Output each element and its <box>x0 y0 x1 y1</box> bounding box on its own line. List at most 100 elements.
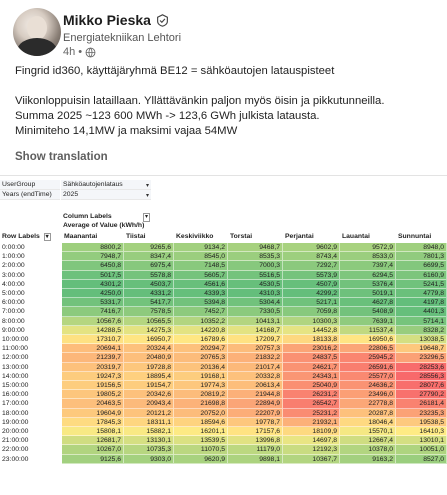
table-cell[interactable]: 16201,1 <box>174 427 228 437</box>
table-cell[interactable]: 10565,5 <box>124 316 174 326</box>
row-label-hour[interactable]: 20:00:00 <box>2 427 60 436</box>
table-cell[interactable]: 14697,8 <box>283 436 340 446</box>
table-cell[interactable]: 20136,4 <box>174 362 228 372</box>
table-cell[interactable]: 10352,2 <box>174 316 228 326</box>
table-cell[interactable]: 19805,2 <box>62 390 124 400</box>
table-cell[interactable]: 8800,2 <box>62 243 124 253</box>
table-cell[interactable]: 10567,6 <box>62 316 124 326</box>
table-cell[interactable]: 25231,2 <box>283 408 340 418</box>
table-cell[interactable]: 8743,4 <box>283 252 340 262</box>
table-cell[interactable]: 4310,3 <box>228 289 283 299</box>
table-cell[interactable]: 17310,7 <box>62 335 124 345</box>
table-cell[interactable]: 12681,7 <box>62 436 124 446</box>
table-cell[interactable]: 10735,3 <box>124 445 174 455</box>
table-cell[interactable]: 5019,1 <box>340 289 396 299</box>
table-cell[interactable]: 15570,1 <box>340 427 396 437</box>
table-cell[interactable]: 20480,9 <box>124 353 174 363</box>
table-cell[interactable]: 14288,5 <box>62 325 124 335</box>
table-cell[interactable]: 17209,7 <box>228 335 283 345</box>
table-cell[interactable]: 23496,0 <box>340 390 396 400</box>
table-cell[interactable]: 5217,1 <box>283 298 340 308</box>
table-cell[interactable]: 9572,9 <box>340 243 396 253</box>
table-cell[interactable]: 14452,8 <box>283 325 340 335</box>
avatar[interactable] <box>13 8 61 56</box>
table-cell[interactable]: 15882,1 <box>124 427 174 437</box>
table-cell[interactable]: 26181,4 <box>396 399 447 409</box>
table-cell[interactable]: 4299,2 <box>283 289 340 299</box>
table-cell[interactable]: 18109,9 <box>283 427 340 437</box>
table-cell[interactable]: 14275,3 <box>124 325 174 335</box>
table-cell[interactable]: 9265,6 <box>124 243 174 253</box>
table-cell[interactable]: 7948,7 <box>62 252 124 262</box>
row-label-hour[interactable]: 11:00:00 <box>2 344 60 353</box>
table-cell[interactable]: 20752,0 <box>174 408 228 418</box>
table-cell[interactable]: 19156,5 <box>62 381 124 391</box>
table-cell[interactable]: 25040,9 <box>283 381 340 391</box>
table-cell[interactable]: 16410,3 <box>396 427 447 437</box>
table-cell[interactable]: 8328,2 <box>396 325 447 335</box>
table-cell[interactable]: 7801,3 <box>396 252 447 262</box>
table-cell[interactable]: 9620,9 <box>174 454 228 464</box>
table-cell[interactable]: 5017,5 <box>62 270 124 280</box>
row-label-hour[interactable]: 21:00:00 <box>2 436 60 445</box>
table-cell[interactable]: 20287,8 <box>340 408 396 418</box>
table-cell[interactable]: 7397,4 <box>340 261 396 271</box>
row-label-hour[interactable]: 2:00:00 <box>2 261 60 270</box>
row-label-hour[interactable]: 1:00:00 <box>2 252 60 261</box>
table-cell[interactable]: 9163,2 <box>340 454 396 464</box>
row-filter-icon[interactable]: ▾ <box>43 233 51 241</box>
table-cell[interactable]: 9602,9 <box>283 243 340 253</box>
table-cell[interactable]: 26591,6 <box>340 362 396 372</box>
table-cell[interactable]: 10267,0 <box>62 445 124 455</box>
table-cell[interactable]: 12192,3 <box>283 445 340 455</box>
table-cell[interactable]: 22894,9 <box>228 399 283 409</box>
table-cell[interactable]: 5304,4 <box>228 298 283 308</box>
table-cell[interactable]: 28556,3 <box>396 371 447 381</box>
row-label-hour[interactable]: 6:00:00 <box>2 298 60 307</box>
table-cell[interactable]: 22207,9 <box>228 408 283 418</box>
table-cell[interactable]: 20757,3 <box>228 344 283 354</box>
table-cell[interactable]: 19247,3 <box>62 371 124 381</box>
table-cell[interactable]: 8948,0 <box>396 243 447 253</box>
table-cell[interactable]: 10051,0 <box>396 445 447 455</box>
table-cell[interactable]: 18046,4 <box>340 417 396 427</box>
table-cell[interactable]: 23016,2 <box>283 344 340 354</box>
row-label-hour[interactable]: 5:00:00 <box>2 289 60 298</box>
table-cell[interactable]: 13539,5 <box>174 436 228 446</box>
table-cell[interactable]: 6975,4 <box>124 261 174 271</box>
table-cell[interactable]: 4331,2 <box>124 289 174 299</box>
table-cell[interactable]: 21832,2 <box>228 353 283 363</box>
table-cell[interactable]: 27790,2 <box>396 390 447 400</box>
table-cell[interactable]: 19168,1 <box>174 371 228 381</box>
table-cell[interactable]: 21932,1 <box>283 417 340 427</box>
table-cell[interactable]: 18133,8 <box>283 335 340 345</box>
table-cell[interactable]: 19154,7 <box>124 381 174 391</box>
table-cell[interactable]: 10413,1 <box>228 316 283 326</box>
table-cell[interactable]: 9898,1 <box>228 454 283 464</box>
table-cell[interactable]: 11070,5 <box>174 445 228 455</box>
table-cell[interactable]: 17845,3 <box>62 417 124 427</box>
table-cell[interactable]: 8527,0 <box>396 454 447 464</box>
row-label-hour[interactable]: 22:00:00 <box>2 445 60 454</box>
table-cell[interactable]: 4779,8 <box>396 289 447 299</box>
table-cell[interactable]: 7000,3 <box>228 261 283 271</box>
table-cell[interactable]: 7148,5 <box>174 261 228 271</box>
table-cell[interactable]: 22778,8 <box>340 399 396 409</box>
table-cell[interactable]: 10378,0 <box>340 445 396 455</box>
table-cell[interactable]: 20319,7 <box>62 362 124 372</box>
filter-dropdown-icon[interactable]: ▾ <box>146 191 149 201</box>
table-cell[interactable]: 20613,4 <box>228 381 283 391</box>
table-cell[interactable]: 16950,7 <box>124 335 174 345</box>
table-cell[interactable]: 12667,4 <box>340 436 396 446</box>
table-cell[interactable]: 4503,7 <box>124 279 174 289</box>
table-cell[interactable]: 28253,6 <box>396 362 447 372</box>
table-cell[interactable]: 4197,8 <box>396 298 447 308</box>
row-label-hour[interactable]: 3:00:00 <box>2 271 60 280</box>
table-cell[interactable]: 6450,8 <box>62 261 124 271</box>
table-cell[interactable]: 19778,7 <box>228 417 283 427</box>
table-cell[interactable]: 20819,2 <box>174 390 228 400</box>
table-cell[interactable]: 20332,8 <box>228 371 283 381</box>
table-cell[interactable]: 28077,6 <box>396 381 447 391</box>
table-cell[interactable]: 19774,3 <box>174 381 228 391</box>
author-name[interactable]: Mikko Pieska <box>63 12 151 28</box>
